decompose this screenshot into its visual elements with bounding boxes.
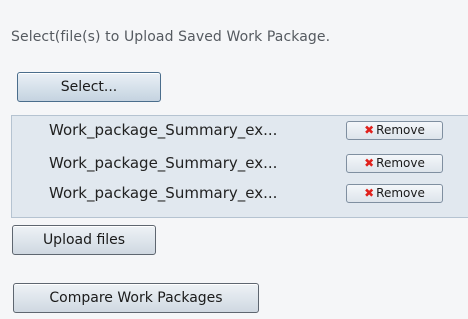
select-files-button[interactable]: Select...	[17, 72, 161, 102]
file-name: Work_package_Summary_ex...	[49, 121, 278, 139]
upload-files-button[interactable]: Upload files	[12, 225, 156, 255]
compare-work-packages-button[interactable]: Compare Work Packages	[13, 283, 259, 313]
selected-files-list: Work_package_Summary_ex... ✖ Remove Work_…	[11, 115, 468, 218]
instruction-text: Select(file(s) to Upload Saved Work Pack…	[11, 29, 331, 45]
list-item: Work_package_Summary_ex... ✖ Remove	[12, 182, 468, 204]
list-item: Work_package_Summary_ex... ✖ Remove	[12, 152, 468, 174]
list-item: Work_package_Summary_ex... ✖ Remove	[12, 119, 468, 141]
upload-panel: Select(file(s) to Upload Saved Work Pack…	[0, 0, 468, 319]
x-mark-icon: ✖	[364, 186, 375, 200]
file-name: Work_package_Summary_ex...	[49, 184, 278, 202]
x-mark-icon: ✖	[364, 123, 375, 137]
remove-button-label: Remove	[376, 156, 425, 170]
x-mark-icon: ✖	[364, 156, 375, 170]
remove-file-button[interactable]: ✖ Remove	[346, 121, 443, 140]
remove-file-button[interactable]: ✖ Remove	[346, 184, 443, 203]
file-name: Work_package_Summary_ex...	[49, 154, 278, 172]
remove-file-button[interactable]: ✖ Remove	[346, 154, 443, 173]
remove-button-label: Remove	[376, 123, 425, 137]
remove-button-label: Remove	[376, 186, 425, 200]
